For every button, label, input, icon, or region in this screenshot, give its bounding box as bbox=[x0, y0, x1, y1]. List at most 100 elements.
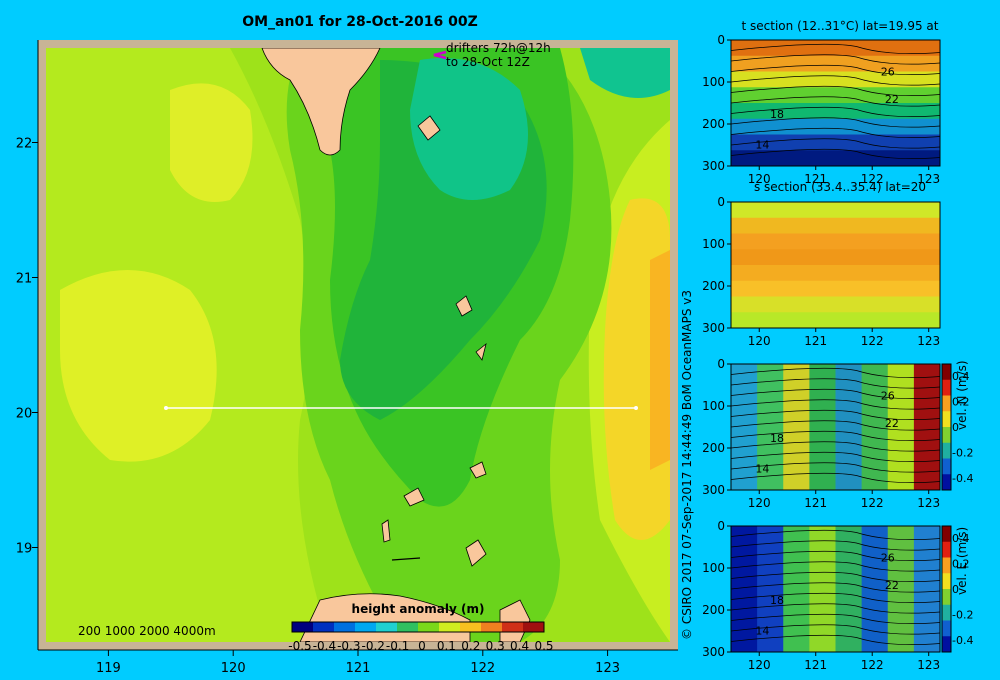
credit-text: © CSIRO 2017 07-Sep-2017 14:44:49 BoM Oc… bbox=[680, 289, 694, 640]
panel-band bbox=[835, 364, 863, 490]
colorbar-swatch bbox=[313, 622, 335, 632]
contour-label: 22 bbox=[885, 417, 899, 430]
panel-x-tick-label: 121 bbox=[804, 334, 827, 348]
section-line-end bbox=[634, 406, 638, 410]
colorbar-tick-label: 0 bbox=[418, 639, 426, 653]
vel-colorbar-swatch bbox=[942, 604, 951, 621]
panel-band bbox=[731, 265, 940, 282]
vel-colorbar-swatch bbox=[942, 395, 951, 412]
drifter-annotation-line: drifters 72h@12h bbox=[446, 41, 551, 55]
vel-e-label: vel. E (m/s) bbox=[955, 526, 969, 595]
panel-x-tick-label: 122 bbox=[861, 334, 884, 348]
panel-band bbox=[731, 312, 940, 329]
panel-band bbox=[731, 233, 940, 250]
s-section-title: s section (33.4..35.4) lat=20 bbox=[753, 180, 927, 194]
panel-y-tick-label: 200 bbox=[702, 441, 725, 455]
colorbar-tick-label: -0.4 bbox=[313, 639, 336, 653]
panel-y-tick-label: 0 bbox=[717, 33, 725, 47]
vel-colorbar-swatch bbox=[942, 541, 951, 558]
vel-colorbar-swatch bbox=[942, 364, 951, 381]
colorbar-tick-label: 0.3 bbox=[486, 639, 505, 653]
panel-y-tick-label: 0 bbox=[717, 195, 725, 209]
colorbar-tick-label: -0.1 bbox=[386, 639, 409, 653]
panel-x-tick-label: 121 bbox=[804, 496, 827, 510]
colorbar-swatch bbox=[502, 622, 524, 632]
panel-band bbox=[731, 296, 940, 313]
panel-x-tick-label: 122 bbox=[861, 658, 884, 672]
map-yellow-patch-2 bbox=[170, 83, 253, 202]
drifter-annotation-line: to 28-Oct 12Z bbox=[446, 55, 530, 69]
contour-label: 26 bbox=[881, 389, 895, 402]
panel-band bbox=[731, 249, 940, 266]
colorbar-swatch bbox=[523, 622, 545, 632]
map-x-ticks: 119 120 121 122 123 bbox=[38, 649, 678, 676]
panel-band bbox=[783, 526, 810, 652]
colorbar-tick-label: -0.2 bbox=[361, 639, 384, 653]
vel-colorbar-tick-label: -0.2 bbox=[952, 447, 973, 460]
panel-band bbox=[783, 364, 810, 490]
map-x-tick-label: 119 bbox=[96, 661, 121, 676]
colorbar-label: height anomaly (m) bbox=[351, 602, 485, 616]
panel-x-tick-label: 120 bbox=[748, 334, 771, 348]
colorbar-swatch bbox=[397, 622, 419, 632]
panel-band bbox=[835, 526, 863, 652]
colorbar-tick-label: 0.2 bbox=[461, 639, 480, 653]
colorbar-swatch bbox=[439, 622, 461, 632]
vel-colorbar-swatch bbox=[942, 474, 951, 491]
panel-x-tick-label: 120 bbox=[748, 658, 771, 672]
panel-x-tick-label: 123 bbox=[917, 496, 940, 510]
vel-n-label: vel. N (m/s) bbox=[955, 360, 969, 430]
section-panel: 26221814120 121 122 12301002003000.40.20-0.… bbox=[702, 519, 973, 672]
panel-y-tick-label: 300 bbox=[702, 645, 725, 659]
contour-label: 22 bbox=[885, 579, 899, 592]
map-x-tick-label: 120 bbox=[221, 661, 246, 676]
panel-x-tick-label: 122 bbox=[861, 496, 884, 510]
section-panel: 26221814120 121 122 12301002003000.40.20-0.… bbox=[702, 357, 973, 510]
colorbar-swatch bbox=[292, 622, 314, 632]
colorbar-swatch bbox=[418, 622, 440, 632]
drifter-annotation: drifters 72h@12h to 28-Oct 12Z bbox=[446, 41, 551, 69]
map-x-tick-label: 122 bbox=[470, 661, 495, 676]
contour-label: 14 bbox=[755, 462, 769, 475]
vel-colorbar-swatch bbox=[942, 636, 951, 653]
map-y-tick-label: 20 bbox=[16, 407, 33, 422]
panel-x-tick-label: 123 bbox=[917, 658, 940, 672]
map-x-tick-label: 121 bbox=[346, 661, 371, 676]
panel-y-tick-label: 0 bbox=[717, 357, 725, 371]
colorbar-tick-label: -0.3 bbox=[337, 639, 360, 653]
section-panel: 120 121 122 123 0 100 200 300 bbox=[702, 195, 941, 348]
panel-band bbox=[731, 280, 940, 297]
vel-colorbar-swatch bbox=[942, 427, 951, 444]
section-line-start bbox=[164, 406, 168, 410]
panel-y-tick-label: 200 bbox=[702, 117, 725, 131]
panel-band bbox=[731, 217, 940, 234]
map-x-tick-label: 123 bbox=[595, 661, 620, 676]
map-y-ticks: 22 21 20 19 bbox=[16, 40, 39, 650]
section-panels: 26 22 18 14 120 121 122 123 0 100 200 300 120 121 122 1… bbox=[702, 33, 973, 672]
panel-band bbox=[809, 364, 836, 490]
colorbar-swatch bbox=[481, 622, 503, 632]
colorbar-tick-label: 0.5 bbox=[534, 639, 553, 653]
colorbar-swatch bbox=[460, 622, 482, 632]
t-section-title: t section (12..31°C) lat=19.95 at bbox=[741, 19, 939, 33]
panel-y-tick-label: 100 bbox=[702, 561, 725, 575]
contour-label: 14 bbox=[755, 138, 769, 151]
vel-colorbar-swatch bbox=[942, 620, 951, 637]
vel-colorbar-swatch bbox=[942, 526, 951, 543]
vel-colorbar-tick-label: -0.4 bbox=[952, 472, 973, 485]
panel-band bbox=[809, 526, 836, 652]
contour-label: 18 bbox=[770, 432, 784, 445]
colorbar-tick-label: -0.5 bbox=[288, 639, 311, 653]
vel-colorbar-swatch bbox=[942, 442, 951, 459]
vel-colorbar-swatch bbox=[942, 589, 951, 606]
colorbar-swatch bbox=[376, 622, 398, 632]
contour-label: 14 bbox=[755, 624, 769, 637]
panel-y-tick-label: 200 bbox=[702, 603, 725, 617]
panel-y-tick-label: 300 bbox=[702, 483, 725, 497]
depth-legend: 200 1000 2000 4000m bbox=[78, 624, 216, 638]
map-field bbox=[46, 48, 670, 642]
panel-x-tick-label: 123 bbox=[917, 334, 940, 348]
vel-colorbar-swatch bbox=[942, 458, 951, 475]
panel-y-tick-label: 0 bbox=[717, 519, 725, 533]
vel-colorbar-tick-label: -0.4 bbox=[952, 634, 973, 647]
